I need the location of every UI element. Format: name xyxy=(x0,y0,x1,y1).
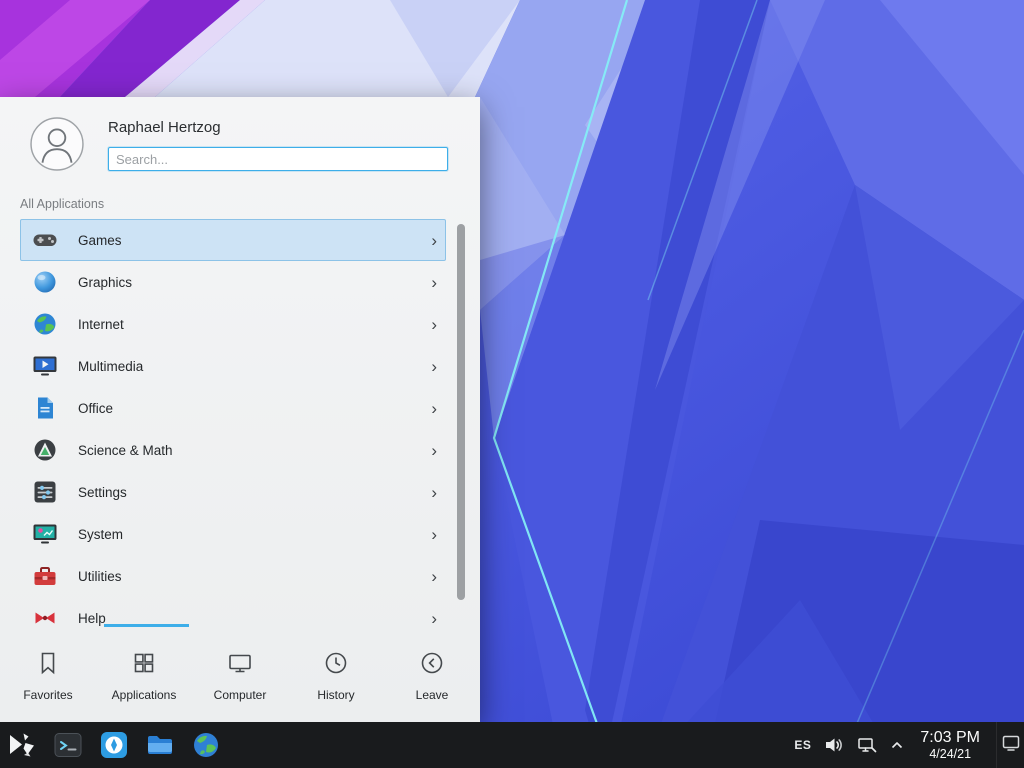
launcher-tabbar: Favorites Applications xyxy=(0,630,480,722)
tab-applications[interactable]: Applications xyxy=(96,630,192,722)
tab-label: Applications xyxy=(112,688,177,702)
app-category-list: Games › Graphics › xyxy=(0,219,480,629)
help-icon xyxy=(32,605,58,629)
system-tray: ES 7:03 xyxy=(794,722,1024,768)
category-utilities[interactable]: Utilities › xyxy=(20,555,446,597)
chevron-right-icon: › xyxy=(431,358,437,375)
tab-label: History xyxy=(317,688,354,702)
chevron-right-icon: › xyxy=(431,526,437,543)
chevron-right-icon: › xyxy=(431,568,437,585)
application-launcher-menu: Raphael Hertzog All Applications Games › xyxy=(0,97,480,722)
category-system[interactable]: System › xyxy=(20,513,446,555)
tab-leave[interactable]: Leave xyxy=(384,630,480,722)
tab-favorites[interactable]: Favorites xyxy=(0,630,96,722)
category-science-math[interactable]: Science & Math › xyxy=(20,429,446,471)
volume-icon[interactable] xyxy=(824,735,844,755)
search-input[interactable] xyxy=(108,147,448,171)
category-internet[interactable]: Internet › xyxy=(20,303,446,345)
category-label: Office xyxy=(78,401,113,416)
taskbar-left xyxy=(6,728,222,762)
category-label: Graphics xyxy=(78,275,132,290)
tab-label: Computer xyxy=(214,688,267,702)
chevron-right-icon: › xyxy=(431,232,437,249)
clock-time: 7:03 PM xyxy=(920,729,980,747)
category-settings[interactable]: Settings › xyxy=(20,471,446,513)
chevron-right-icon: › xyxy=(431,274,437,291)
tab-label: Favorites xyxy=(23,688,72,702)
paint-sphere-icon xyxy=(32,269,58,295)
section-label: All Applications xyxy=(20,197,104,211)
tray-expander-caret-icon[interactable] xyxy=(890,738,904,752)
gamepad-icon xyxy=(32,227,58,253)
app-grid-icon xyxy=(131,650,157,681)
network-icon[interactable] xyxy=(857,735,877,755)
chevron-right-icon: › xyxy=(431,316,437,333)
digital-clock[interactable]: 7:03 PM 4/24/21 xyxy=(920,729,980,762)
clock-date: 4/24/21 xyxy=(920,747,980,761)
file-manager-task-icon[interactable] xyxy=(144,728,176,762)
history-clock-icon xyxy=(323,650,349,681)
show-desktop-icon xyxy=(1002,735,1020,756)
app-launcher-button[interactable] xyxy=(6,728,38,762)
software-center-task-icon[interactable] xyxy=(98,728,130,762)
tab-label: Leave xyxy=(416,688,449,702)
category-help[interactable]: Help › xyxy=(20,597,446,629)
toolbox-icon xyxy=(32,563,58,589)
category-games[interactable]: Games › xyxy=(20,219,446,261)
category-label: Utilities xyxy=(78,569,122,584)
document-icon xyxy=(32,395,58,421)
user-avatar[interactable] xyxy=(30,117,84,171)
category-office[interactable]: Office › xyxy=(20,387,446,429)
sliders-icon xyxy=(32,479,58,505)
system-monitor-icon xyxy=(32,521,58,547)
category-label: Games xyxy=(78,233,122,248)
keyboard-layout-indicator[interactable]: ES xyxy=(794,738,811,752)
chevron-right-icon: › xyxy=(431,484,437,501)
chevron-right-icon: › xyxy=(431,442,437,459)
chevron-right-icon: › xyxy=(431,400,437,417)
media-screen-icon xyxy=(32,353,58,379)
bookmark-icon xyxy=(35,650,61,681)
tab-history[interactable]: History xyxy=(288,630,384,722)
user-name: Raphael Hertzog xyxy=(108,119,221,136)
computer-icon xyxy=(227,650,253,681)
category-label: Internet xyxy=(78,317,124,332)
show-desktop-button[interactable] xyxy=(996,722,1024,768)
flask-icon xyxy=(32,437,58,463)
chevron-right-icon: › xyxy=(431,610,437,627)
tab-computer[interactable]: Computer xyxy=(192,630,288,722)
category-label: Science & Math xyxy=(78,443,173,458)
web-browser-task-icon[interactable] xyxy=(190,728,222,762)
leave-icon xyxy=(419,650,445,681)
category-label: Help xyxy=(78,611,106,626)
active-tab-indicator xyxy=(104,624,189,627)
category-label: Multimedia xyxy=(78,359,143,374)
category-label: Settings xyxy=(78,485,127,500)
desktop: Raphael Hertzog All Applications Games › xyxy=(0,0,1024,768)
terminal-task-icon[interactable] xyxy=(52,728,84,762)
globe-icon xyxy=(32,311,58,337)
category-label: System xyxy=(78,527,123,542)
list-scrollbar[interactable] xyxy=(457,224,465,600)
category-multimedia[interactable]: Multimedia › xyxy=(20,345,446,387)
category-graphics[interactable]: Graphics › xyxy=(20,261,446,303)
taskbar: ES 7:03 xyxy=(0,722,1024,768)
